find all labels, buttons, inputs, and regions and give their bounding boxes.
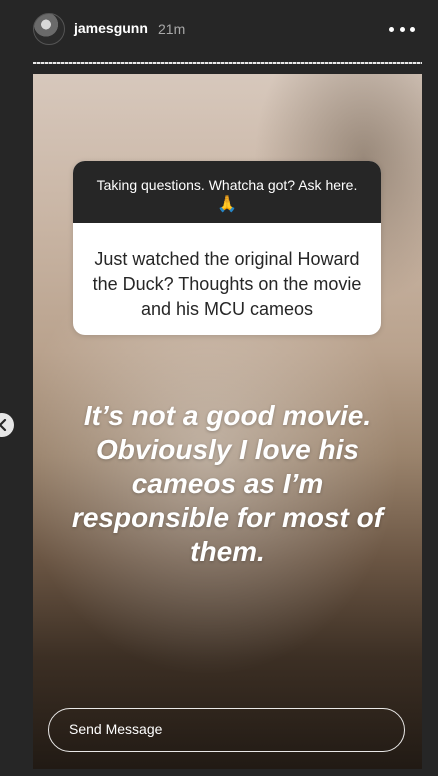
- answer-line: It’s not a good movie.: [83, 400, 372, 431]
- answer-line: responsible for most of: [71, 502, 384, 533]
- more-horizontal-icon: [389, 26, 394, 32]
- story-header: jamesgunn 21m: [0, 0, 438, 60]
- answer-line: cameos as I’m: [131, 468, 324, 499]
- timestamp: 21m: [158, 21, 186, 37]
- answer-text: It’s not a good movie. Obviously I love …: [33, 399, 422, 569]
- question-sticker[interactable]: Taking questions. Whatcha got? Ask here.…: [73, 161, 381, 335]
- question-prompt: Taking questions. Whatcha got? Ask here.: [96, 177, 358, 193]
- question-text: Just watched the original Howard the Duc…: [92, 249, 362, 319]
- avatar[interactable]: [33, 13, 65, 45]
- chevron-left-icon: [0, 419, 7, 431]
- more-options-button[interactable]: [389, 20, 415, 38]
- question-sticker-header: Taking questions. Whatcha got? Ask here.…: [73, 161, 381, 223]
- previous-story-button[interactable]: [0, 413, 14, 437]
- username[interactable]: jamesgunn: [74, 20, 148, 36]
- answer-line: them.: [190, 536, 265, 567]
- send-message-input[interactable]: Send Message: [48, 708, 405, 752]
- pray-emoji-icon: 🙏: [217, 196, 237, 213]
- story-progress-bar: [33, 62, 422, 64]
- answer-line: Obviously I love his: [96, 434, 359, 465]
- story-frame[interactable]: Taking questions. Whatcha got? Ask here.…: [33, 74, 422, 769]
